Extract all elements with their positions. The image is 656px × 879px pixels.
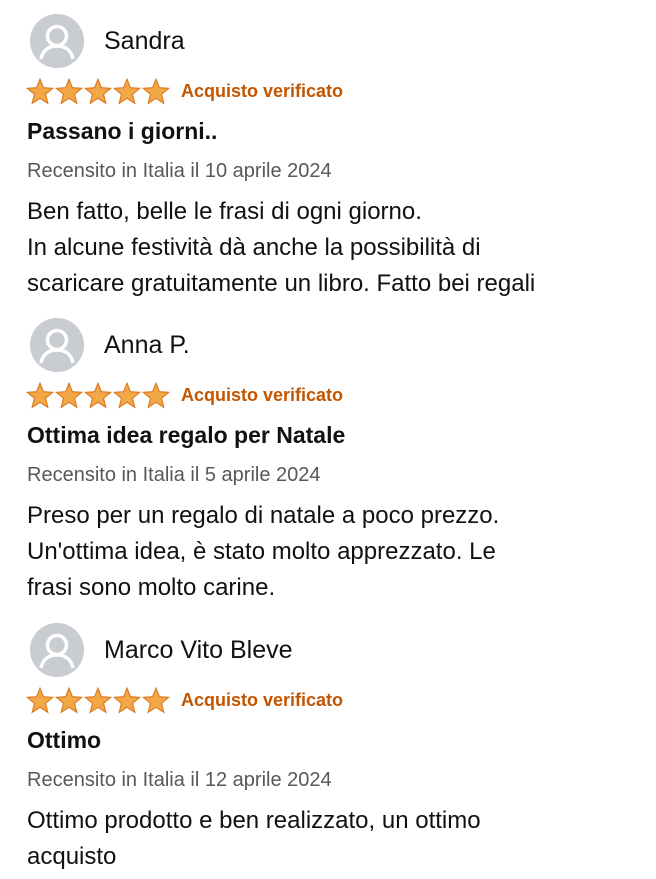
rating-row: Acquisto verificato <box>26 76 343 106</box>
review-body-line: In alcune festività dà anche la possibil… <box>27 234 481 261</box>
reviewer-name: Sandra <box>104 26 185 55</box>
reviewer-name: Anna P. <box>104 330 190 359</box>
review-body: Ben fatto, belle le frasi di ogni giorno… <box>27 194 637 302</box>
review-body-line: acquisto <box>27 843 117 870</box>
review-title[interactable]: Ottima idea regalo per Natale <box>27 422 345 449</box>
review-body-line: frasi sono molto carine. <box>27 574 276 601</box>
user-icon <box>30 623 84 677</box>
star-icon <box>26 77 54 105</box>
review-body-line: scaricare gratuitamente un libro. Fatto … <box>27 270 536 297</box>
star-icon <box>55 686 83 714</box>
star-rating[interactable] <box>26 77 171 105</box>
review-item: Sandra Acquisto verificato Passano i gio… <box>0 14 656 304</box>
reviewer-profile[interactable]: Anna P. <box>30 318 190 372</box>
star-icon <box>113 686 141 714</box>
review-body: Preso per un regalo di natale a poco pre… <box>27 498 637 606</box>
rating-row: Acquisto verificato <box>26 685 343 715</box>
review-date: Recensito in Italia il 12 aprile 2024 <box>27 769 332 791</box>
review-body-line: Un'ottima idea, è stato molto apprezzato… <box>27 538 496 565</box>
review-item: Marco Vito Bleve Acquisto verificato Ott… <box>0 623 656 879</box>
star-rating[interactable] <box>26 686 171 714</box>
review-title[interactable]: Passano i giorni.. <box>27 118 217 145</box>
star-icon <box>113 77 141 105</box>
star-icon <box>142 686 170 714</box>
star-icon <box>84 686 112 714</box>
rating-row: Acquisto verificato <box>26 380 343 410</box>
review-body-line: Ottimo prodotto e ben realizzato, un ott… <box>27 807 481 834</box>
user-icon <box>30 14 84 68</box>
review-body-line: Ben fatto, belle le frasi di ogni giorno… <box>27 198 422 225</box>
verified-purchase-badge: Acquisto verificato <box>181 384 344 405</box>
star-icon <box>84 77 112 105</box>
reviews-page: Sandra Acquisto verificato Passano i gio… <box>0 0 656 879</box>
star-icon <box>142 381 170 409</box>
user-icon <box>30 318 84 372</box>
star-icon <box>84 381 112 409</box>
star-icon <box>26 381 54 409</box>
reviewer-profile[interactable]: Marco Vito Bleve <box>30 623 293 677</box>
reviewer-profile[interactable]: Sandra <box>30 14 185 68</box>
star-rating[interactable] <box>26 381 171 409</box>
star-icon <box>55 381 83 409</box>
review-item: Anna P. Acquisto verificato Ottima idea … <box>0 318 656 608</box>
review-body-line: Preso per un regalo di natale a poco pre… <box>27 502 500 529</box>
review-title[interactable]: Ottimo <box>27 727 101 754</box>
star-icon <box>113 381 141 409</box>
verified-purchase-badge: Acquisto verificato <box>181 80 344 101</box>
star-icon <box>26 686 54 714</box>
verified-purchase-badge: Acquisto verificato <box>181 689 344 710</box>
review-body: Ottimo prodotto e ben realizzato, un ott… <box>27 803 637 875</box>
reviewer-name: Marco Vito Bleve <box>104 635 293 664</box>
star-icon <box>55 77 83 105</box>
review-date: Recensito in Italia il 5 aprile 2024 <box>27 464 321 486</box>
review-date: Recensito in Italia il 10 aprile 2024 <box>27 160 332 182</box>
star-icon <box>142 77 170 105</box>
